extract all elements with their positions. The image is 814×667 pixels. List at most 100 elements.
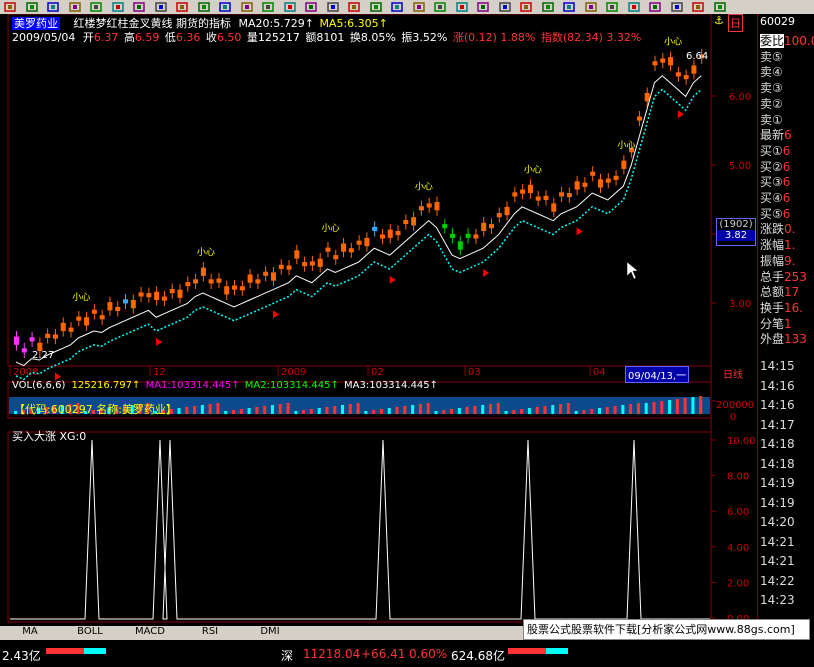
- vol-bar: [208, 404, 212, 414]
- doc-icon[interactable]: [648, 1, 662, 13]
- quote-row: 卖②: [760, 95, 783, 112]
- zoom-in-icon[interactable]: [111, 1, 125, 13]
- candle-body: [91, 309, 97, 314]
- right-icon[interactable]: [89, 1, 103, 13]
- ma20-line: [15, 88, 702, 381]
- candle-body: [488, 224, 494, 229]
- table-icon[interactable]: [326, 1, 340, 13]
- info-icon[interactable]: [218, 1, 232, 13]
- quote-row: 换手16.: [760, 299, 803, 316]
- monitor-icon[interactable]: [455, 1, 469, 13]
- vol-bar: [356, 403, 360, 414]
- vol-bar: [551, 405, 555, 414]
- grid-icon[interactable]: [283, 1, 297, 13]
- amt-label: 额: [305, 31, 317, 44]
- trade-time: 14:18: [760, 456, 795, 471]
- tab-dmi[interactable]: DMI: [240, 626, 301, 640]
- square-icon[interactable]: [154, 1, 168, 13]
- candle-body: [29, 337, 35, 342]
- cross-icon[interactable]: [691, 1, 705, 13]
- vol-bar: [457, 408, 461, 414]
- search-icon[interactable]: [519, 1, 533, 13]
- mail-icon[interactable]: [412, 1, 426, 13]
- vol-bar: [512, 410, 516, 414]
- quote-row: 总额17: [760, 283, 799, 300]
- cursor-box: (1902) 3.82: [716, 218, 756, 246]
- vol-tick-top: 200000: [716, 400, 755, 411]
- left-icon[interactable]: [68, 1, 82, 13]
- pen-icon[interactable]: [197, 1, 211, 13]
- tab-rsi[interactable]: RSI: [180, 626, 241, 640]
- wifi-icon[interactable]: [670, 1, 684, 13]
- vol-bar: [473, 406, 477, 414]
- vol-bar: [403, 406, 407, 414]
- close-icon[interactable]: [476, 1, 490, 13]
- formula-icon[interactable]: [347, 1, 361, 13]
- candle-body: [123, 299, 129, 304]
- date-tick-label: 12: [153, 367, 166, 378]
- eye-icon[interactable]: [562, 1, 576, 13]
- shen-label: 深: [281, 649, 294, 663]
- line-icon[interactable]: [261, 1, 275, 13]
- candle-body: [270, 272, 276, 281]
- candle-body: [418, 206, 424, 211]
- candle-body: [496, 213, 502, 218]
- quote-row-value: 6: [782, 191, 791, 205]
- vol-bar: [216, 403, 220, 414]
- shen-pct: 0.60%: [409, 647, 448, 661]
- quote-row: 分笔1: [760, 315, 792, 332]
- buy-arrow-icon: [677, 110, 684, 119]
- high-label: 高: [123, 31, 135, 44]
- quote-row: 买④6: [760, 189, 790, 206]
- amplitude-value: 3.52%: [412, 31, 448, 44]
- candle-body: [450, 233, 456, 238]
- person-icon[interactable]: [541, 1, 555, 13]
- candle-body: [193, 279, 199, 284]
- up-icon[interactable]: [25, 1, 39, 13]
- candle-body: [652, 61, 658, 66]
- vol-value: 125216.797: [71, 380, 132, 391]
- down-icon[interactable]: [46, 1, 60, 13]
- right-bars: [508, 648, 568, 654]
- candle-body: [255, 279, 261, 284]
- zoom-out-icon[interactable]: [132, 1, 146, 13]
- help-icon[interactable]: [713, 1, 727, 13]
- quote-row: 买②6: [760, 158, 790, 175]
- chart2-icon[interactable]: [369, 1, 383, 13]
- up-arrow-icon: ↑: [330, 380, 339, 391]
- period-label[interactable]: 日线: [723, 366, 743, 381]
- up-arrow-icon: ↑: [231, 380, 240, 391]
- low-point-label: 2.27: [32, 350, 55, 361]
- kline-chart[interactable]: 6.005.004.003.002008122009020304小心小心小心小心…: [0, 14, 757, 625]
- question-icon[interactable]: [498, 1, 512, 13]
- calc-icon[interactable]: [304, 1, 318, 13]
- tab-boll[interactable]: BOLL: [60, 626, 121, 640]
- status-bar: 2.43亿 深 11218.04 +66.41 0.60% 624.68亿: [0, 644, 814, 667]
- candle-body: [200, 267, 206, 276]
- flag-icon[interactable]: [584, 1, 598, 13]
- bar-chart-icon[interactable]: [3, 1, 17, 13]
- tab-ma[interactable]: MA: [0, 626, 61, 640]
- tab-macd[interactable]: MACD: [120, 626, 181, 640]
- price-tick-label: 3.00: [729, 299, 751, 310]
- buy-arrow-icon: [272, 310, 279, 319]
- candle-body: [660, 58, 666, 63]
- mouse-cursor-icon: [626, 261, 639, 280]
- chart-area[interactable]: 6.005.004.003.002008122009020304小心小心小心小心…: [0, 14, 814, 625]
- candle-body: [551, 203, 557, 212]
- candle-body: [216, 278, 222, 283]
- trade-time: 14:21: [760, 534, 795, 549]
- refresh-icon[interactable]: [605, 1, 619, 13]
- chart-icon[interactable]: [240, 1, 254, 13]
- vol-bar: [395, 407, 399, 414]
- chart3-icon[interactable]: [390, 1, 404, 13]
- mark-char[interactable]: 日: [728, 14, 743, 32]
- vol-bar: [434, 411, 438, 414]
- vol-bar: [341, 405, 345, 414]
- image-icon[interactable]: [627, 1, 641, 13]
- tool-icon[interactable]: [175, 1, 189, 13]
- vol-bar: [325, 407, 329, 414]
- quote-row-label: 分笔: [760, 316, 785, 331]
- header-line-2: 2009/05/04 开6.37 高6.59 低6.36 收6.50 量1252…: [12, 29, 641, 45]
- calendar-icon[interactable]: [433, 1, 447, 13]
